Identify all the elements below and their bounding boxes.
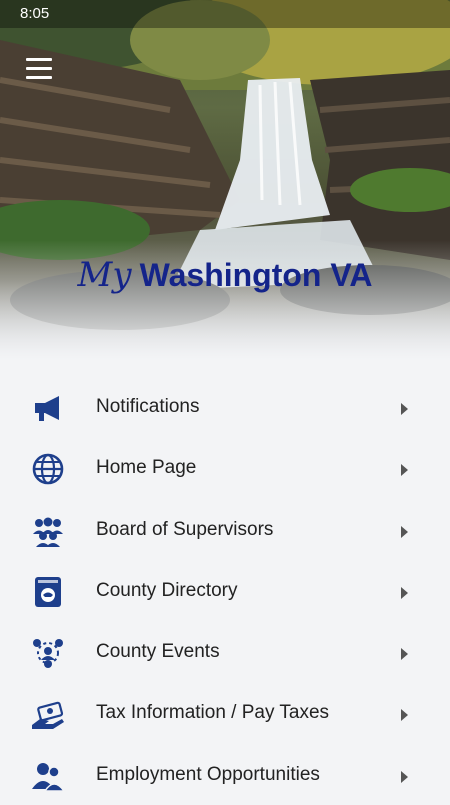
menu-item-tax-information[interactable]: Tax Information / Pay Taxes (0, 682, 450, 743)
phone-book-icon (35, 576, 61, 607)
chevron-right-icon (401, 648, 408, 661)
chevron-right-icon (401, 525, 408, 538)
group-icon (33, 517, 63, 547)
brand-prefix: My (77, 255, 132, 295)
chevron-right-icon (401, 403, 408, 415)
menu-item-home-page[interactable]: Home Page (0, 437, 450, 498)
chevron-right-icon (401, 770, 408, 783)
app-brand-title: My Washington VA (0, 255, 450, 295)
menu-item-employment-opportunities[interactable]: Employment Opportunities (0, 744, 450, 805)
chevron-right-icon (401, 586, 408, 599)
menu-item-label: Employment Opportunities (96, 763, 320, 785)
brand-name: Washington VA (139, 257, 373, 293)
menu-item-notifications[interactable]: Notifications (0, 376, 450, 437)
money-hand-icon (32, 702, 64, 730)
menu-item-label: County Events (96, 641, 220, 663)
hamburger-menu-icon[interactable] (22, 58, 56, 84)
chevron-right-icon (401, 464, 408, 477)
menu-item-label: Tax Information / Pay Taxes (96, 702, 330, 724)
menu-item-label: Home Page (96, 457, 197, 479)
chevron-right-icon (401, 709, 408, 722)
menu-item-label: County Directory (96, 579, 238, 601)
menu-item-board-of-supervisors[interactable]: Board of Supervisors (0, 499, 450, 560)
status-bar: 8:05 (0, 0, 450, 28)
hero-image (0, 0, 450, 360)
globe-icon (32, 453, 64, 485)
employees-icon (32, 762, 65, 792)
megaphone-icon (35, 396, 59, 421)
menu-item-county-events[interactable]: County Events (0, 621, 450, 682)
menu-item-label: Board of Supervisors (96, 518, 274, 540)
people-network-icon (33, 639, 63, 669)
menu-item-county-directory[interactable]: County Directory (0, 560, 450, 621)
menu-item-label: Notifications (96, 396, 200, 417)
main-menu: Notifications Home Page Board of Supervi… (0, 376, 450, 805)
status-time: 8:05 (20, 5, 50, 22)
